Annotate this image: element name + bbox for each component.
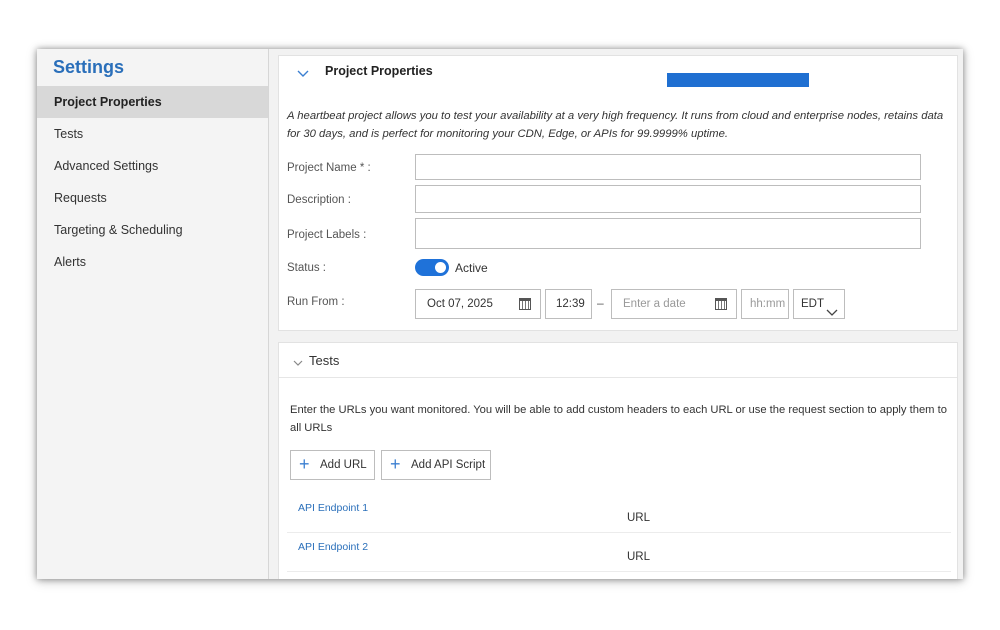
section-divider bbox=[279, 377, 957, 378]
end-date-placeholder: Enter a date bbox=[623, 298, 686, 310]
sidebar-item-advanced-settings[interactable]: Advanced Settings bbox=[37, 150, 268, 182]
end-date-field[interactable]: Enter a date bbox=[611, 289, 737, 319]
plus-icon: + bbox=[299, 454, 310, 474]
project-description-text: A heartbeat project allows you to test y… bbox=[287, 110, 944, 140]
chevron-down-icon[interactable] bbox=[297, 67, 309, 81]
settings-sidebar: Settings Project Properties Tests Advanc… bbox=[37, 49, 269, 579]
main-content: Project Properties A heartbeat project a… bbox=[269, 49, 963, 579]
start-date-field[interactable]: Oct 07, 2025 bbox=[415, 289, 541, 319]
sidebar-title: Settings bbox=[53, 57, 125, 77]
section-title-tests[interactable]: Tests bbox=[309, 353, 339, 368]
start-time-field[interactable]: 12:39 bbox=[545, 289, 592, 319]
add-url-button[interactable]: + Add URL bbox=[290, 450, 375, 480]
date-range-separator: – bbox=[597, 296, 604, 310]
project-labels-label: Project Labels : bbox=[287, 229, 367, 241]
timezone-select[interactable]: EDT bbox=[793, 289, 845, 319]
status-label: Status : bbox=[287, 262, 326, 274]
sidebar-item-alerts[interactable]: Alerts bbox=[37, 246, 268, 278]
project-name-input[interactable] bbox=[415, 154, 921, 180]
endpoint-link[interactable]: API Endpoint 2 bbox=[298, 541, 368, 553]
add-api-script-button[interactable]: + Add API Script bbox=[381, 450, 491, 480]
add-api-script-label: Add API Script bbox=[411, 459, 486, 471]
section-title-project-properties[interactable]: Project Properties bbox=[325, 64, 433, 78]
add-url-label: Add URL bbox=[320, 459, 367, 471]
end-time-field[interactable]: hh:mm bbox=[741, 289, 789, 319]
list-item: API Endpoint 2 URL bbox=[287, 534, 951, 572]
end-time-placeholder: hh:mm bbox=[750, 298, 786, 310]
start-date-value: Oct 07, 2025 bbox=[427, 298, 493, 310]
project-properties-section: Project Properties A heartbeat project a… bbox=[278, 55, 958, 331]
sidebar-item-project-properties[interactable]: Project Properties bbox=[37, 86, 268, 118]
chevron-down-icon[interactable] bbox=[293, 356, 303, 370]
project-name-label: Project Name * : bbox=[287, 162, 371, 174]
chevron-down-icon bbox=[826, 300, 838, 328]
settings-window: Settings Project Properties Tests Advanc… bbox=[37, 49, 963, 579]
endpoint-type: URL bbox=[627, 512, 651, 524]
sidebar-item-requests[interactable]: Requests bbox=[37, 182, 268, 214]
tests-description-text: Enter the URLs you want monitored. You w… bbox=[290, 404, 947, 434]
run-from-label: Run From : bbox=[287, 296, 345, 308]
description-input[interactable] bbox=[415, 185, 921, 213]
status-bar bbox=[667, 73, 809, 87]
calendar-icon[interactable] bbox=[715, 298, 727, 310]
endpoint-type: URL bbox=[627, 551, 651, 563]
plus-icon: + bbox=[390, 454, 401, 474]
toggle-knob bbox=[435, 262, 446, 273]
endpoint-link[interactable]: API Endpoint 1 bbox=[298, 502, 368, 514]
status-value: Active bbox=[455, 261, 488, 275]
project-labels-input[interactable] bbox=[415, 218, 921, 249]
calendar-icon[interactable] bbox=[519, 298, 531, 310]
tests-section: Tests Enter the URLs you want monitored.… bbox=[278, 342, 958, 579]
start-time-value: 12:39 bbox=[556, 298, 585, 310]
timezone-value: EDT bbox=[801, 298, 824, 310]
sidebar-item-tests[interactable]: Tests bbox=[37, 118, 268, 150]
description-label: Description : bbox=[287, 194, 351, 206]
sidebar-item-targeting-scheduling[interactable]: Targeting & Scheduling bbox=[37, 214, 268, 246]
list-item: API Endpoint 1 URL bbox=[287, 495, 951, 533]
status-toggle[interactable] bbox=[415, 259, 449, 276]
